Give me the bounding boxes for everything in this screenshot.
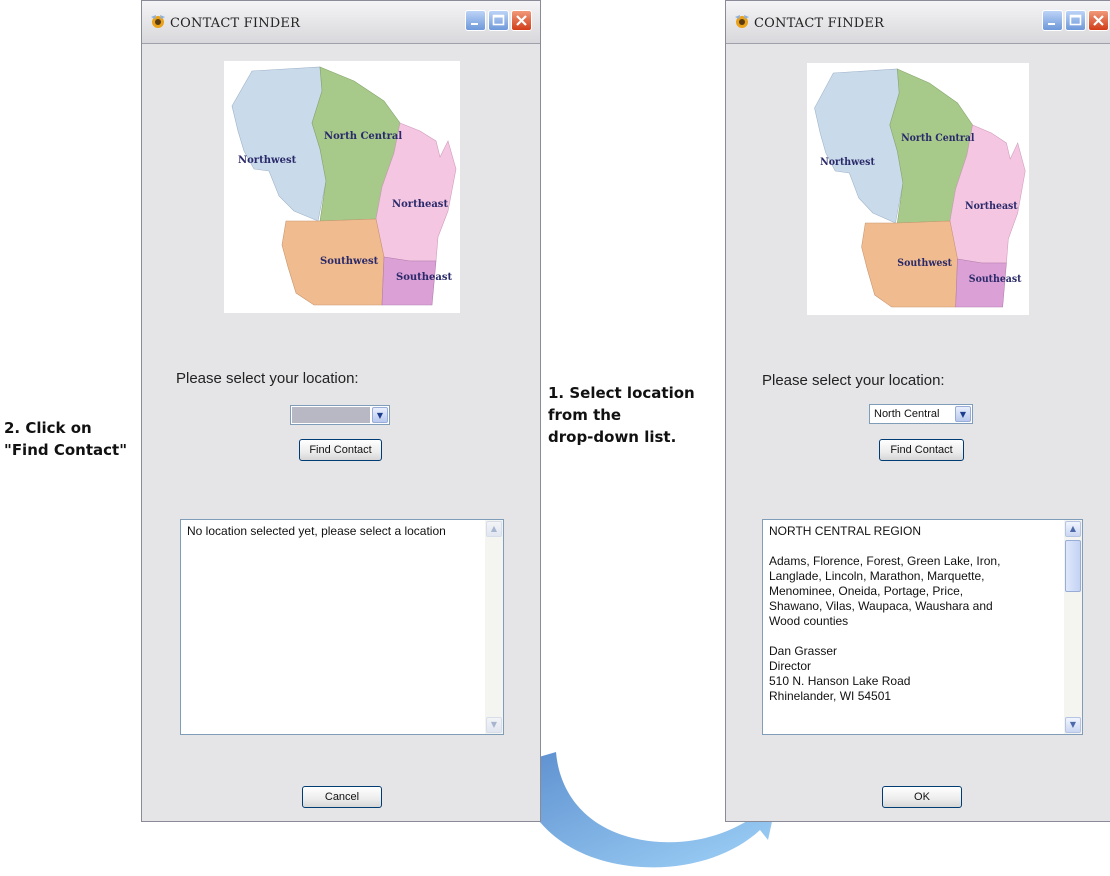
maximize-icon	[492, 14, 505, 26]
map-label-northeast: Northeast	[392, 199, 448, 210]
minimize-button[interactable]	[1042, 10, 1063, 31]
location-select[interactable]: North Central ▼	[869, 404, 973, 424]
select-value: North Central	[874, 408, 940, 420]
location-prompt: Please select your location:	[762, 372, 945, 389]
window-title: CONTACT FINDER	[754, 16, 885, 31]
title-bar[interactable]: CONTACT FINDER	[142, 1, 540, 44]
callout-line: drop-down list.	[548, 428, 677, 446]
text-line: NORTH CENTRAL REGION	[769, 524, 922, 538]
close-icon	[516, 15, 527, 26]
scroll-up-icon[interactable]: ▲	[486, 521, 502, 537]
text-line: Langlade, Lincoln, Marathon, Marquette,	[769, 569, 985, 583]
cancel-button[interactable]: Cancel	[302, 786, 382, 808]
callout-line: 2. Click on	[4, 419, 92, 437]
text-line: Adams, Florence, Forest, Green Lake, Iro…	[769, 554, 1001, 568]
close-icon	[1093, 15, 1104, 26]
map-label-northwest: Northwest	[238, 155, 297, 166]
text-line: Dan Grasser	[769, 644, 838, 658]
minimize-button[interactable]	[465, 10, 486, 31]
contact-info-text: NORTH CENTRAL REGION Adams, Florence, Fo…	[769, 524, 1058, 704]
find-contact-button[interactable]: Find Contact	[879, 439, 964, 461]
map-label-southwest: Southwest	[897, 258, 952, 269]
contact-finder-window-initial: CONTACT FINDER North Central Northwest N…	[141, 0, 541, 822]
scroll-up-icon[interactable]: ▲	[1065, 521, 1081, 537]
map-label-northeast: Northeast	[965, 201, 1018, 212]
wisconsin-map-image: North Central Northwest Northeast Southw…	[231, 66, 457, 306]
callout-line: 1. Select location	[548, 384, 695, 402]
map-label-southeast: Southeast	[969, 274, 1022, 285]
step-1-callout: 1. Select location from the drop-down li…	[548, 382, 718, 448]
maximize-button[interactable]	[1065, 10, 1086, 31]
contact-info-textarea[interactable]: No location selected yet, please select …	[180, 519, 504, 735]
map-label-north-central: North Central	[324, 131, 402, 142]
vertical-scrollbar[interactable]: ▲ ▼	[1064, 520, 1082, 734]
minimize-icon	[1048, 23, 1055, 25]
wisconsin-map-image: North Central Northwest Northeast Southw…	[814, 68, 1026, 308]
app-icon	[735, 15, 749, 28]
text-line: No location selected yet, please select …	[187, 524, 446, 538]
region-map: North Central Northwest Northeast Southw…	[807, 63, 1029, 315]
scroll-thumb[interactable]	[1065, 540, 1081, 592]
close-button[interactable]	[1088, 10, 1109, 31]
maximize-icon	[1069, 14, 1082, 26]
find-contact-button[interactable]: Find Contact	[299, 439, 382, 461]
location-prompt: Please select your location:	[176, 370, 359, 387]
map-region-northwest	[231, 66, 327, 222]
window-title: CONTACT FINDER	[170, 16, 301, 31]
callout-line: "Find Contact"	[4, 441, 128, 459]
map-label-southwest: Southwest	[320, 256, 379, 267]
vertical-scrollbar[interactable]: ▲ ▼	[485, 520, 503, 734]
text-line: 510 N. Hanson Lake Road	[769, 674, 911, 688]
chevron-down-icon[interactable]: ▼	[372, 407, 388, 423]
callout-line: from the	[548, 406, 622, 424]
chevron-down-icon[interactable]: ▼	[955, 406, 971, 422]
map-label-northwest: Northwest	[820, 157, 875, 168]
map-label-north-central: North Central	[901, 133, 975, 144]
contact-info-textarea[interactable]: NORTH CENTRAL REGION Adams, Florence, Fo…	[762, 519, 1083, 735]
text-line: Director	[769, 659, 812, 673]
step-2-callout: 2. Click on "Find Contact"	[4, 417, 140, 461]
title-bar[interactable]: CONTACT FINDER	[726, 1, 1110, 44]
text-line-blank	[769, 539, 1058, 554]
text-line: Wood counties	[769, 614, 849, 628]
text-line-blank	[769, 629, 1058, 644]
app-icon	[151, 15, 165, 28]
text-line: Rhinelander, WI 54501	[769, 689, 892, 703]
contact-finder-window-result: CONTACT FINDER North Central Northwest N…	[725, 0, 1110, 822]
maximize-button[interactable]	[488, 10, 509, 31]
text-line: Menominee, Oneida, Portage, Price,	[769, 584, 964, 598]
map-label-southeast: Southeast	[396, 272, 453, 283]
map-region-northwest	[814, 68, 904, 224]
ok-button[interactable]: OK	[882, 786, 962, 808]
region-map: North Central Northwest Northeast Southw…	[224, 61, 460, 313]
scroll-down-icon[interactable]: ▼	[486, 717, 502, 733]
minimize-icon	[471, 23, 478, 25]
scroll-down-icon[interactable]: ▼	[1065, 717, 1081, 733]
select-empty-value	[292, 407, 370, 423]
text-line: Shawano, Vilas, Waupaca, Waushara and	[769, 599, 993, 613]
close-button[interactable]	[511, 10, 532, 31]
location-select[interactable]: ▼	[290, 405, 390, 425]
contact-info-text: No location selected yet, please select …	[187, 524, 479, 539]
